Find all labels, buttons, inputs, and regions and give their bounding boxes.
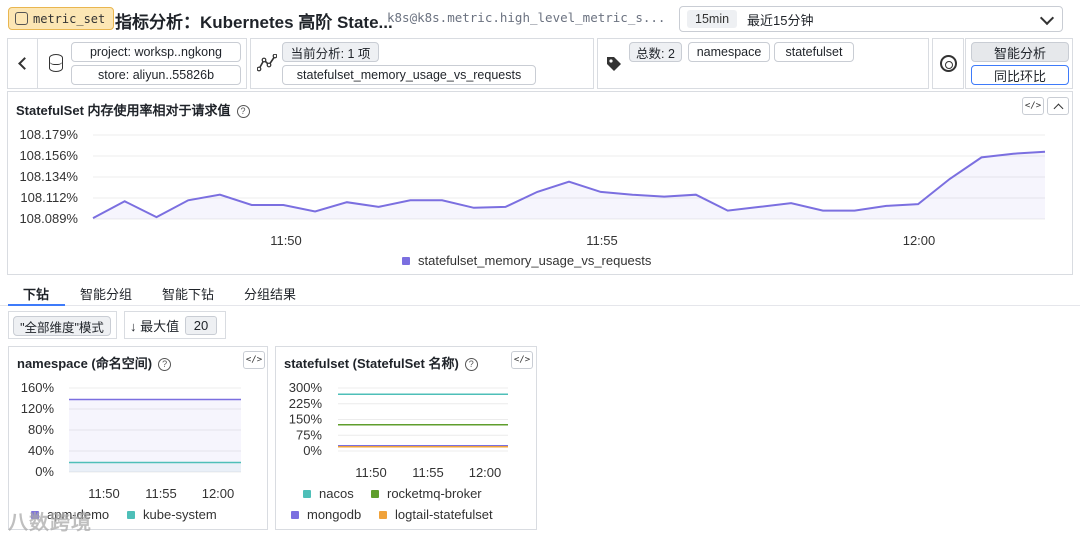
series-area: [69, 399, 241, 472]
tab-smart-group[interactable]: 智能分组: [80, 284, 132, 303]
y-tick-label: 108.134%: [19, 169, 78, 184]
y-tick-label: 0%: [303, 443, 322, 458]
chevron-down-icon: [1039, 10, 1055, 26]
tags-panel: 总数: 2 namespace statefulset: [597, 38, 929, 89]
y-tick-label: 160%: [21, 380, 55, 395]
time-range-short: 15min: [687, 10, 738, 28]
namespace-line-chart: 160%120%80%40%0%11:50 11:55 12:00apm-demo k…: [21, 380, 241, 522]
main-line-chart: 108.179% 108.156% 108.134% 108.112% 108.089%…: [19, 127, 1046, 268]
y-tick-label: 150%: [289, 412, 323, 427]
max-value-label[interactable]: ↓ 最大值: [130, 316, 179, 335]
metric-set-tag[interactable]: metric_set: [8, 7, 115, 30]
legend-swatch: [371, 490, 379, 498]
y-tick-label: 80%: [28, 422, 54, 437]
y-tick-label: 120%: [21, 401, 55, 416]
tab-group-result[interactable]: 分组结果: [244, 284, 296, 303]
tag-chip-namespace[interactable]: namespace: [688, 42, 770, 62]
total-chip: 总数: 2: [629, 42, 682, 62]
current-analysis-chip[interactable]: 当前分析: 1 项: [282, 42, 379, 62]
watermark: 八数跨境: [8, 512, 92, 534]
legend-label: kube-system: [143, 507, 217, 522]
header: metric_set 指标分析：Kubernetes 高阶 State... k…: [0, 0, 1080, 37]
chevron-left-icon: [18, 57, 31, 70]
tab-drilldown[interactable]: 下钻: [23, 284, 49, 303]
yoy-compare-button[interactable]: 同比环比: [971, 65, 1069, 85]
main-chart-card: StatefulSet 内存使用率相对于请求值? </> 108.179% 108…: [7, 91, 1073, 275]
tab-smart-drilldown[interactable]: 智能下钻: [162, 284, 214, 303]
x-tick-label: 11:50: [355, 465, 387, 480]
x-tick-label: 11:50: [270, 233, 302, 248]
series-area: [69, 462, 241, 472]
x-tick-label: 12:00: [202, 486, 235, 501]
y-tick-label: 40%: [28, 443, 54, 458]
max-value-panel: ↓ 最大值 20: [124, 311, 226, 339]
legend-swatch: [127, 511, 135, 519]
metric-chip[interactable]: statefulset_memory_usage_vs_requests: [282, 65, 536, 85]
y-tick-label: 0%: [35, 464, 54, 479]
tag-icon: [607, 57, 621, 71]
y-tick-label: 108.089%: [19, 211, 78, 226]
statefulset-card: statefulset (StatefulSet 名称)? </> 300% 22…: [275, 346, 537, 530]
max-value-text: 最大值: [140, 318, 180, 334]
y-tick-label: 225%: [289, 396, 323, 411]
time-range-label: 最近15分钟: [747, 12, 814, 28]
store-chip[interactable]: store: aliyun..55826b: [71, 65, 241, 85]
metric-trend-icon: [257, 54, 277, 72]
x-tick-label: 11:55: [145, 486, 177, 501]
gear-icon: [939, 55, 957, 72]
y-tick-label: 300%: [289, 380, 323, 395]
legend-swatch: [379, 511, 387, 519]
project-chip[interactable]: project: worksp..ngkong: [71, 42, 241, 62]
y-tick-label: 75%: [296, 427, 322, 442]
legend-label: nacos: [319, 486, 354, 501]
settings-button[interactable]: [932, 38, 964, 89]
legend-label: statefulset_memory_usage_vs_requests: [418, 253, 652, 268]
y-tick-label: 108.179%: [19, 127, 78, 142]
y-tick-label: 108.156%: [19, 148, 78, 163]
x-tick-label: 11:55: [586, 233, 618, 248]
active-tab-indicator: [8, 304, 65, 306]
back-button[interactable]: [7, 38, 38, 89]
page-title: 指标分析：Kubernetes 高阶 State...: [115, 13, 393, 32]
database-icon: [49, 54, 63, 72]
metric-set-icon: [15, 12, 28, 25]
tab-bar: 下钻 智能分组 智能下钻 分组结果: [0, 281, 1080, 306]
x-tick-label: 11:55: [412, 465, 444, 480]
statefulset-line-chart: 300%225%150%75%0% 11:50 11:55 12:00 nacos roc…: [289, 380, 508, 522]
x-tick-label: 12:00: [469, 465, 502, 480]
series-area: [93, 151, 1045, 219]
time-range-select[interactable]: 15min 最近15分钟: [679, 6, 1063, 32]
max-value-input[interactable]: 20: [185, 316, 217, 335]
all-dimensions-mode-button[interactable]: "全部维度"模式: [13, 316, 111, 336]
x-tick-label: 12:00: [903, 233, 936, 248]
legend-swatch: [291, 511, 299, 519]
mode-panel: "全部维度"模式: [8, 311, 117, 339]
y-tick-label: 108.112%: [20, 190, 78, 205]
smart-analysis-button[interactable]: 智能分析: [971, 42, 1069, 62]
legend-swatch: [402, 257, 410, 265]
namespace-card: namespace (命名空间)? </> 160% 120% 80% 40% 0% 11…: [8, 346, 268, 530]
project-panel: project: worksp..ngkong store: aliyun..5…: [37, 38, 247, 89]
legend-swatch: [303, 490, 311, 498]
x-tick-label: 11:50: [88, 486, 120, 501]
legend-label: logtail-statefulset: [395, 507, 493, 522]
tag-chip-statefulset[interactable]: statefulset: [774, 42, 854, 62]
metric-path: k8s@k8s.metric.high_level_metric_s...: [387, 10, 666, 25]
metric-set-label: metric_set: [33, 11, 106, 26]
metric-panel: 当前分析: 1 项 statefulset_memory_usage_vs_re…: [250, 38, 594, 89]
legend-label: mongodb: [307, 507, 361, 522]
analysis-panel: 智能分析 同比环比: [965, 38, 1073, 89]
legend-label: rocketmq-broker: [387, 486, 482, 501]
